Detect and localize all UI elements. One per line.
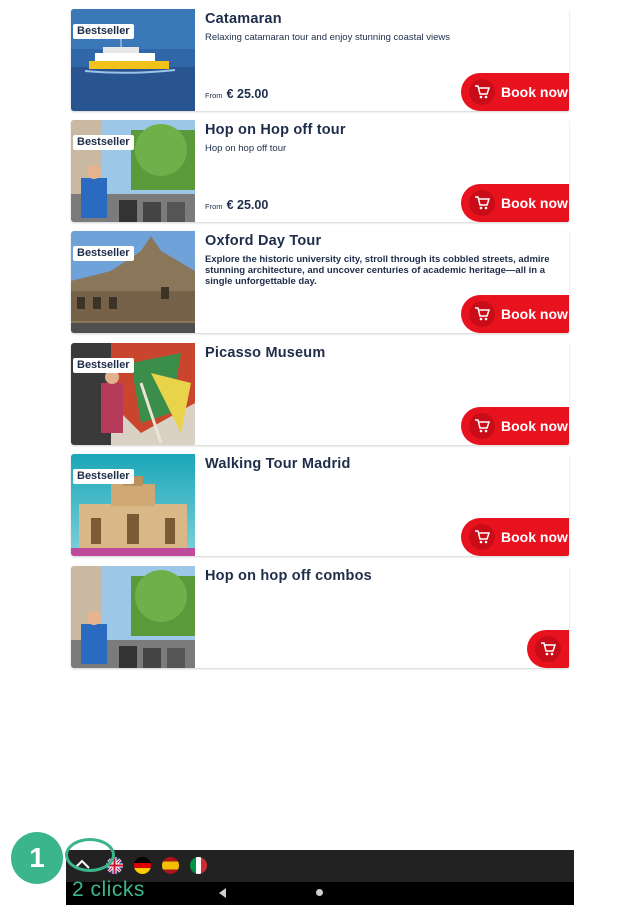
shopping-cart-icon bbox=[535, 636, 561, 662]
clicks-annotation: 2 clicks bbox=[72, 878, 145, 901]
tour-title[interactable]: Hop on hop off combos bbox=[205, 568, 372, 584]
bestseller-badge: Bestseller bbox=[73, 246, 134, 261]
flag-spain-icon[interactable] bbox=[162, 857, 179, 874]
tour-thumbnail[interactable]: Bestseller bbox=[71, 9, 195, 111]
tour-thumbnail[interactable]: Bestseller bbox=[71, 120, 195, 222]
price-prefix: From bbox=[205, 91, 223, 100]
step-number-badge: 1 bbox=[11, 832, 63, 884]
tour-price: From € 25.00 bbox=[205, 198, 268, 212]
nav-home-dot-icon[interactable] bbox=[316, 889, 323, 896]
bestseller-badge: Bestseller bbox=[73, 24, 134, 39]
tour-description: Hop on hop off tour bbox=[205, 143, 287, 154]
book-now-button[interactable]: Book now bbox=[461, 518, 569, 556]
price-value: € 25.00 bbox=[226, 87, 269, 101]
tour-title[interactable]: Catamaran bbox=[205, 11, 282, 27]
tour-description: Explore the historic university city, st… bbox=[205, 254, 550, 287]
book-now-label: Book now bbox=[501, 195, 568, 211]
book-now-label: Book now bbox=[501, 529, 568, 545]
shopping-cart-icon bbox=[469, 524, 495, 550]
tour-description: Relaxing catamaran tour and enjoy stunni… bbox=[205, 32, 451, 43]
price-prefix: From bbox=[205, 202, 223, 211]
book-now-button[interactable]: Book now bbox=[461, 184, 569, 222]
tour-thumbnail[interactable]: Bestseller bbox=[71, 231, 195, 333]
bestseller-badge: Bestseller bbox=[73, 358, 134, 373]
tour-thumbnail[interactable]: Bestseller bbox=[71, 454, 195, 556]
tour-thumbnail[interactable]: Bestseller bbox=[71, 343, 195, 445]
tour-card-walking-tour-madrid[interactable]: Bestseller Walking Tour Madrid Book now bbox=[71, 454, 569, 556]
tour-thumbnail[interactable] bbox=[71, 566, 195, 668]
book-now-label: Book now bbox=[501, 418, 568, 434]
highlight-ring bbox=[65, 838, 115, 872]
price-value: € 25.00 bbox=[226, 198, 269, 212]
tour-title[interactable]: Oxford Day Tour bbox=[205, 233, 321, 249]
shopping-cart-icon bbox=[469, 413, 495, 439]
shopping-cart-icon bbox=[469, 79, 495, 105]
book-now-button[interactable]: Book now bbox=[461, 407, 569, 445]
tour-card-picasso-museum[interactable]: Bestseller Picasso Museum Book now bbox=[71, 343, 569, 445]
bestseller-badge: Bestseller bbox=[73, 469, 134, 484]
cart-button[interactable] bbox=[527, 630, 569, 668]
book-now-label: Book now bbox=[501, 84, 568, 100]
tour-title[interactable]: Picasso Museum bbox=[205, 345, 325, 361]
back-triangle-icon[interactable] bbox=[218, 886, 228, 898]
shopping-cart-icon bbox=[469, 190, 495, 216]
tour-card-catamaran[interactable]: Bestseller Catamaran Relaxing catamaran … bbox=[71, 9, 569, 111]
tour-card-oxford-day-tour[interactable]: Bestseller Oxford Day Tour Explore the h… bbox=[71, 231, 569, 333]
tour-card-hop-on-hop-off-combos[interactable]: Hop on hop off combos bbox=[71, 566, 569, 668]
bestseller-badge: Bestseller bbox=[73, 135, 134, 150]
tour-title[interactable]: Walking Tour Madrid bbox=[205, 456, 351, 472]
tour-card-hop-on-hop-off[interactable]: Bestseller Hop on Hop off tour Hop on ho… bbox=[71, 120, 569, 222]
hop-on-combos-photo bbox=[71, 566, 195, 668]
shopping-cart-icon bbox=[469, 301, 495, 327]
book-now-button[interactable]: Book now bbox=[461, 295, 569, 333]
book-now-button[interactable]: Book now bbox=[461, 73, 569, 111]
tour-title[interactable]: Hop on Hop off tour bbox=[205, 122, 346, 138]
book-now-label: Book now bbox=[501, 306, 568, 322]
flag-germany-icon[interactable] bbox=[134, 857, 151, 874]
tour-price: From € 25.00 bbox=[205, 87, 268, 101]
flag-italy-icon[interactable] bbox=[190, 857, 207, 874]
